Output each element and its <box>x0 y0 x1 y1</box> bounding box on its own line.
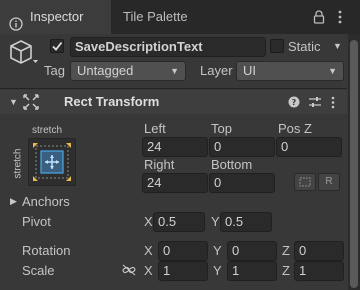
foldout-arrow-icon[interactable]: ▼ <box>9 97 18 107</box>
more-vertical-icon[interactable] <box>334 9 346 25</box>
gameobject-cube-icon[interactable] <box>8 38 38 68</box>
anchor-preset-button[interactable] <box>28 138 76 186</box>
tag-value: Untagged <box>77 63 134 78</box>
right-label: Right <box>144 157 175 172</box>
scrollbar-thumb[interactable] <box>350 40 358 288</box>
preset-settings-icon[interactable] <box>308 96 322 108</box>
tab-tile-palette[interactable]: Tile Palette <box>113 0 233 34</box>
layer-label: Layer <box>200 63 233 78</box>
bottom-input[interactable]: 0 <box>209 173 275 193</box>
pivot-label: Pivot <box>22 214 51 229</box>
active-checkbox[interactable] <box>50 39 64 53</box>
static-dropdown-arrow[interactable]: ▼ <box>333 41 342 51</box>
pivot-y-input[interactable]: 0.5 <box>220 212 272 232</box>
rotation-label: Rotation <box>22 243 71 258</box>
pivot-x-axis-label: X <box>144 214 153 229</box>
scale-y-axis-label: Y <box>213 263 222 278</box>
tag-dropdown[interactable]: Untagged ▼ <box>70 61 186 81</box>
scale-x-axis-label: X <box>144 263 153 278</box>
anchors-label[interactable]: Anchors <box>22 193 70 211</box>
chevron-down-icon: ▼ <box>170 66 179 76</box>
lock-icon[interactable] <box>312 9 326 25</box>
right-input[interactable]: 24 <box>142 173 208 193</box>
tab-tile-palette-label: Tile Palette <box>123 9 188 24</box>
posz-input[interactable]: 0 <box>276 137 342 157</box>
scale-label: Scale <box>22 263 55 278</box>
raw-edit-button[interactable]: R <box>318 173 340 191</box>
layer-value: UI <box>243 63 256 78</box>
left-label: Left <box>144 121 166 136</box>
top-input[interactable]: 0 <box>209 137 275 157</box>
info-icon <box>9 10 23 31</box>
anchor-preset-vertical-label: stretch <box>12 148 24 179</box>
scale-z-input[interactable]: 1 <box>294 261 344 281</box>
component-menu-icon[interactable] <box>331 96 337 109</box>
pivot-x-input[interactable]: 0.5 <box>153 212 205 232</box>
rotation-x-input[interactable]: 0 <box>158 241 208 261</box>
static-label: Static <box>288 39 321 54</box>
rotation-z-axis-label: Z <box>282 243 290 258</box>
tag-label: Tag <box>44 63 65 78</box>
rotation-x-axis-label: X <box>144 243 153 258</box>
tab-inspector[interactable]: Inspector <box>0 0 111 34</box>
scale-y-input[interactable]: 1 <box>227 261 277 281</box>
constrain-proportions-link-icon[interactable] <box>122 264 136 276</box>
posz-label: Pos Z <box>278 121 312 136</box>
anchors-foldout-arrow-icon[interactable]: ▶ <box>10 196 17 207</box>
divider <box>0 88 347 89</box>
svg-text:?: ? <box>292 98 297 107</box>
scale-x-input[interactable]: 1 <box>158 261 208 281</box>
scale-z-axis-label: Z <box>282 263 290 278</box>
help-icon[interactable]: ? <box>288 96 300 108</box>
layer-dropdown[interactable]: UI ▼ <box>236 61 344 81</box>
left-input[interactable]: 24 <box>142 137 208 157</box>
chevron-down-icon: ▼ <box>328 66 337 76</box>
rotation-z-input[interactable]: 0 <box>294 241 344 261</box>
rotation-y-axis-label: Y <box>213 243 222 258</box>
bottom-label: Bottom <box>211 157 253 172</box>
tab-inspector-label: Inspector <box>30 9 84 24</box>
rotation-y-input[interactable]: 0 <box>227 241 277 261</box>
top-label: Top <box>211 121 232 136</box>
static-checkbox[interactable] <box>270 39 284 53</box>
gameobject-name-input[interactable]: SaveDescriptionText <box>70 37 266 57</box>
blueprint-mode-button[interactable] <box>294 173 316 191</box>
rect-transform-icon <box>23 94 39 110</box>
component-title: Rect Transform <box>64 94 160 109</box>
pivot-y-axis-label: Y <box>211 214 220 229</box>
